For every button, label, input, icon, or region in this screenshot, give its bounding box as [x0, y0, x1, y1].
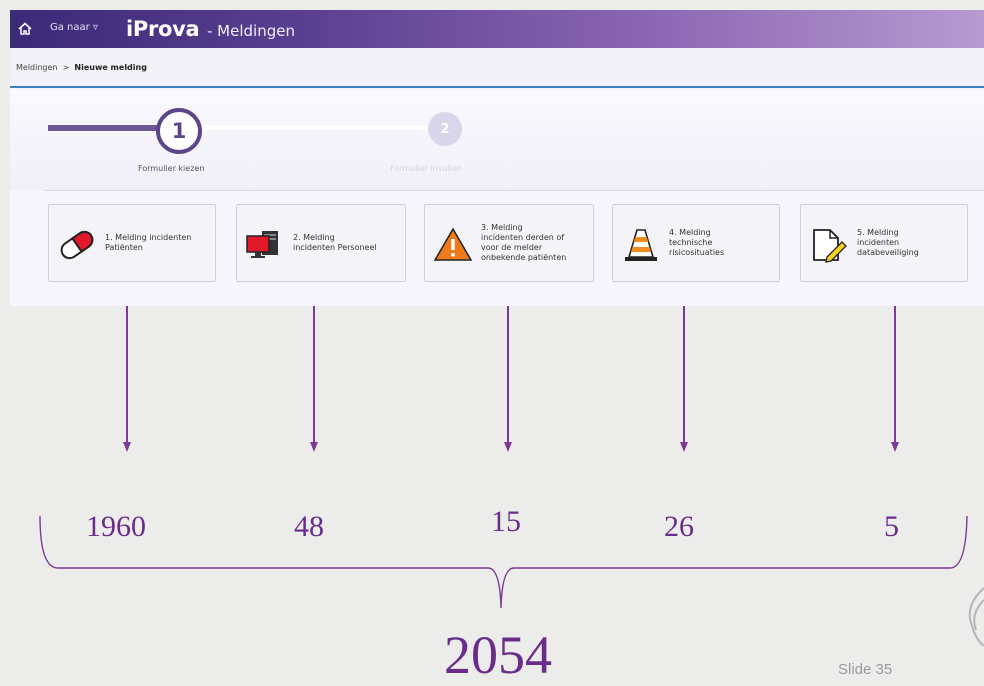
total-count: 2054 [444, 625, 552, 685]
total-brace [39, 515, 984, 647]
slide-number: Slide 35 [838, 661, 893, 678]
